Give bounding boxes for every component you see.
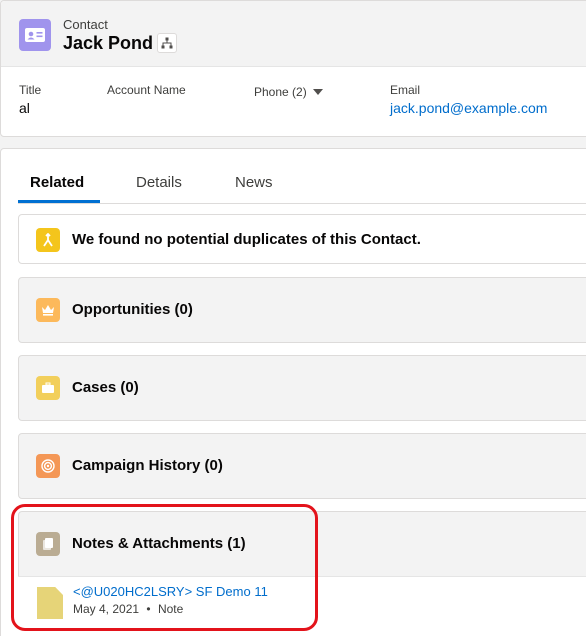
title-value: al [19,100,30,116]
opportunities-title[interactable]: Opportunities (0) [72,301,193,318]
active-tab-indicator [18,200,100,203]
record-header: Contact Jack Pond Title al Account Name … [0,0,586,137]
hierarchy-icon [161,37,173,49]
field-phone[interactable]: Phone (2) [254,85,323,99]
field-email: Email jack.pond@example.com [390,83,547,116]
field-title: Title al [19,83,41,116]
phone-label[interactable]: Phone (2) [254,85,307,99]
opportunities-card: Opportunities (0) [18,277,586,343]
view-hierarchy-button[interactable] [157,33,177,53]
duplicates-message: We found no potential duplicates of this… [72,231,421,248]
chevron-down-icon[interactable] [312,89,323,95]
title-label: Title [19,83,42,97]
tab-details[interactable]: Details [136,174,182,191]
cases-card: Cases (0) [18,355,586,421]
email-label: Email [390,83,421,97]
crown-icon [36,298,60,322]
briefcase-icon [36,376,60,400]
email-link[interactable]: jack.pond@example.com [390,100,547,116]
record-header-top: Contact Jack Pond [1,1,586,67]
duplicates-card: We found no potential duplicates of this… [18,214,586,264]
tab-news[interactable]: News [235,174,273,191]
account-label: Account Name [107,83,186,97]
merge-icon [36,228,60,252]
object-label: Contact [63,17,108,32]
campaign-history-title[interactable]: Campaign History (0) [72,457,223,474]
field-account: Account Name [107,83,186,97]
highlight-annotation [11,504,318,631]
tab-bar: Related Details News [18,160,586,204]
tab-related[interactable]: Related [30,174,84,191]
campaign-history-card: Campaign History (0) [18,433,586,499]
cases-title[interactable]: Cases (0) [72,379,139,396]
contact-card-icon [19,19,51,51]
target-icon [36,454,60,478]
record-name: Jack Pond [63,33,154,53]
